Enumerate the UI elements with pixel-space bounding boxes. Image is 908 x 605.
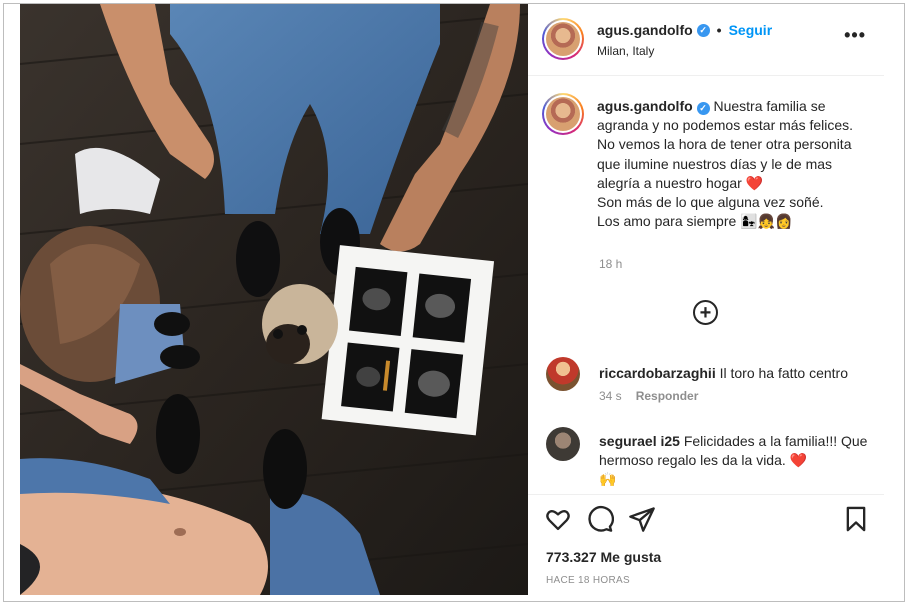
verified-badge-icon: ✓: [696, 23, 710, 37]
caption-text-2: Son más de lo que alguna vez soñé.: [597, 194, 824, 211]
more-options-icon[interactable]: •••: [844, 26, 866, 44]
heart-outline-icon[interactable]: [544, 505, 572, 533]
comments-area[interactable]: agus.gandolfo ✓ Nuestra familia se agran…: [528, 77, 884, 487]
caption-text-3: Los amo para siempre: [597, 213, 737, 230]
comment-heart-emoji: ❤️: [789, 452, 808, 468]
comment-bubble-icon[interactable]: [586, 505, 614, 533]
page-gutter: [884, 4, 904, 595]
photo-illustration: [20, 4, 528, 595]
caption-family-emoji: 👩‍👧👧👩: [740, 213, 793, 230]
comment-item: segurael i25 Felicidades a la familia!!!…: [599, 432, 874, 487]
author-username[interactable]: agus.gandolfo: [597, 22, 693, 38]
follow-button[interactable]: Seguir: [729, 22, 773, 38]
paper-plane-icon[interactable]: [628, 505, 656, 533]
comment-avatar[interactable]: [546, 357, 580, 391]
comment-item: riccardobarzaghii Il toro ha fatto centr…: [599, 364, 874, 383]
post-timestamp[interactable]: HACE 18 HORAS: [546, 575, 630, 586]
author-username-row: agus.gandolfo ✓ • Seguir: [597, 22, 772, 38]
post-photo[interactable]: [20, 4, 528, 595]
caption-username[interactable]: agus.gandolfo: [597, 98, 693, 114]
caption-heart-emoji: ❤️: [745, 174, 764, 191]
post-caption: agus.gandolfo ✓ Nuestra familia se agran…: [597, 97, 869, 231]
caption-verified-badge-icon: ✓: [696, 102, 710, 116]
comment-meta: 34 s Responder: [599, 389, 698, 403]
caption-author-avatar[interactable]: [542, 93, 584, 135]
comment-username[interactable]: riccardobarzaghii: [599, 365, 716, 381]
action-bar: [528, 494, 884, 532]
separator-dot: •: [716, 22, 722, 38]
like-count[interactable]: 773.327 Me gusta: [546, 549, 661, 565]
comment-username[interactable]: segurael i25: [599, 433, 680, 449]
comment-text: Il toro ha fatto centro: [719, 365, 848, 381]
post-header: agus.gandolfo ✓ • Seguir Milan, Italy ••…: [528, 4, 884, 76]
comment-time[interactable]: 34 s: [599, 389, 622, 403]
bookmark-icon[interactable]: [842, 505, 870, 533]
post-location[interactable]: Milan, Italy: [597, 44, 654, 58]
load-more-comments-icon[interactable]: +: [693, 300, 718, 325]
author-avatar[interactable]: [542, 18, 584, 60]
reply-button[interactable]: Responder: [636, 389, 699, 403]
comment-avatar[interactable]: [546, 427, 580, 461]
caption-time[interactable]: 18 h: [599, 257, 622, 271]
comment-raised-hands-emoji: 🙌: [599, 471, 617, 487]
post-sidebar: agus.gandolfo ✓ • Seguir Milan, Italy ••…: [528, 4, 884, 595]
